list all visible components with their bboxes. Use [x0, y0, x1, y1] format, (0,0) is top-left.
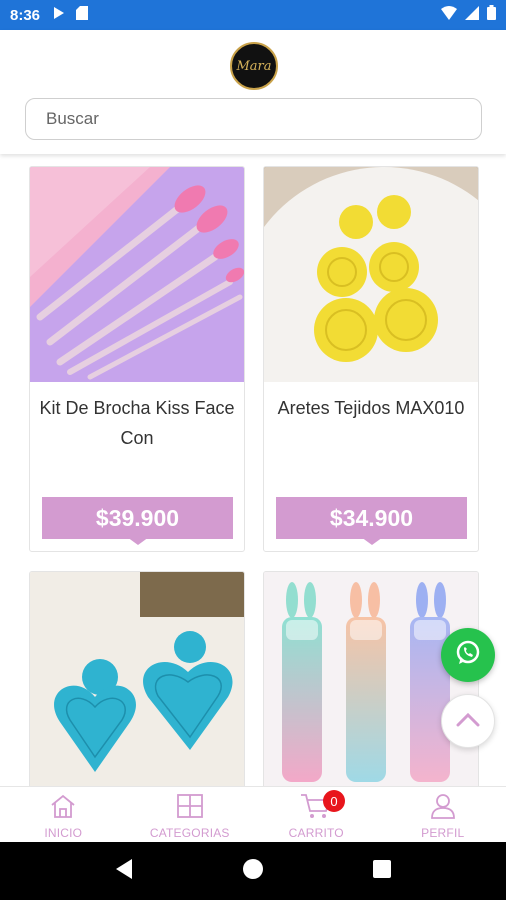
product-image-makeup-brushes[interactable]	[30, 167, 244, 382]
status-time: 8:36	[10, 6, 41, 24]
product-image-bunny-bottles[interactable]	[264, 572, 478, 786]
product-image-yellow-beaded-earrings[interactable]	[264, 167, 478, 382]
status-bar: 8:36	[0, 0, 506, 30]
sd-card-icon	[76, 5, 89, 25]
product-grid: Kit De Brocha Kiss Face Con $39.900 Aret…	[0, 154, 506, 786]
product-card[interactable]: Aretes Tejidos MAX010 $34.900	[263, 166, 479, 552]
nav-item-perfil[interactable]: PERFIL	[380, 787, 506, 842]
back-icon[interactable]	[114, 858, 134, 885]
price-tag[interactable]: $39.900	[42, 497, 233, 547]
price-tag[interactable]: $34.900	[276, 497, 467, 547]
whatsapp-button[interactable]	[441, 628, 495, 682]
recents-icon[interactable]	[372, 859, 392, 884]
home-icon	[49, 793, 77, 824]
product-card[interactable]	[263, 571, 479, 786]
product-price: $34.900	[276, 497, 467, 539]
nav-label: INICIO	[44, 826, 83, 840]
product-card[interactable]	[29, 571, 245, 786]
scroll-top-button[interactable]	[441, 694, 495, 748]
nav-label: CATEGORIAS	[149, 826, 230, 840]
search-placeholder: Buscar	[46, 109, 99, 128]
search-input[interactable]: Buscar	[25, 98, 482, 140]
nav-label: PERFIL	[421, 826, 465, 840]
price-tag-pointer	[361, 537, 383, 545]
signal-icon	[465, 5, 479, 25]
system-navigation-bar	[0, 842, 506, 900]
product-title[interactable]: Aretes Tejidos MAX010	[272, 393, 470, 423]
logo-text: Mara	[236, 58, 272, 74]
brand-logo[interactable]: Mara	[230, 42, 278, 90]
chevron-up-icon	[456, 711, 480, 732]
home-circle-icon[interactable]	[242, 858, 264, 885]
wifi-icon	[441, 5, 457, 25]
user-icon	[429, 793, 457, 824]
nav-item-categorias[interactable]: CATEGORIAS	[127, 787, 254, 842]
cart-count-badge: 0	[323, 790, 345, 812]
price-tag-pointer	[127, 537, 149, 545]
product-image-turquoise-heart-earrings[interactable]	[30, 572, 244, 786]
play-store-icon	[52, 6, 66, 25]
nav-item-carrito[interactable]: 0 CARRITO	[253, 787, 380, 842]
product-title[interactable]: Kit De Brocha Kiss Face Con	[38, 393, 236, 453]
battery-icon	[487, 5, 496, 25]
product-card[interactable]: Kit De Brocha Kiss Face Con $39.900	[29, 166, 245, 552]
product-price: $39.900	[42, 497, 233, 539]
grid-icon	[176, 793, 204, 824]
app-header: Mara Buscar	[0, 30, 506, 154]
nav-label: CARRITO	[288, 826, 344, 840]
whatsapp-icon	[454, 639, 482, 672]
nav-item-inicio[interactable]: INICIO	[0, 787, 127, 842]
bottom-navigation: INICIO CATEGORIAS 0 CARRITO PERFIL	[0, 786, 506, 842]
